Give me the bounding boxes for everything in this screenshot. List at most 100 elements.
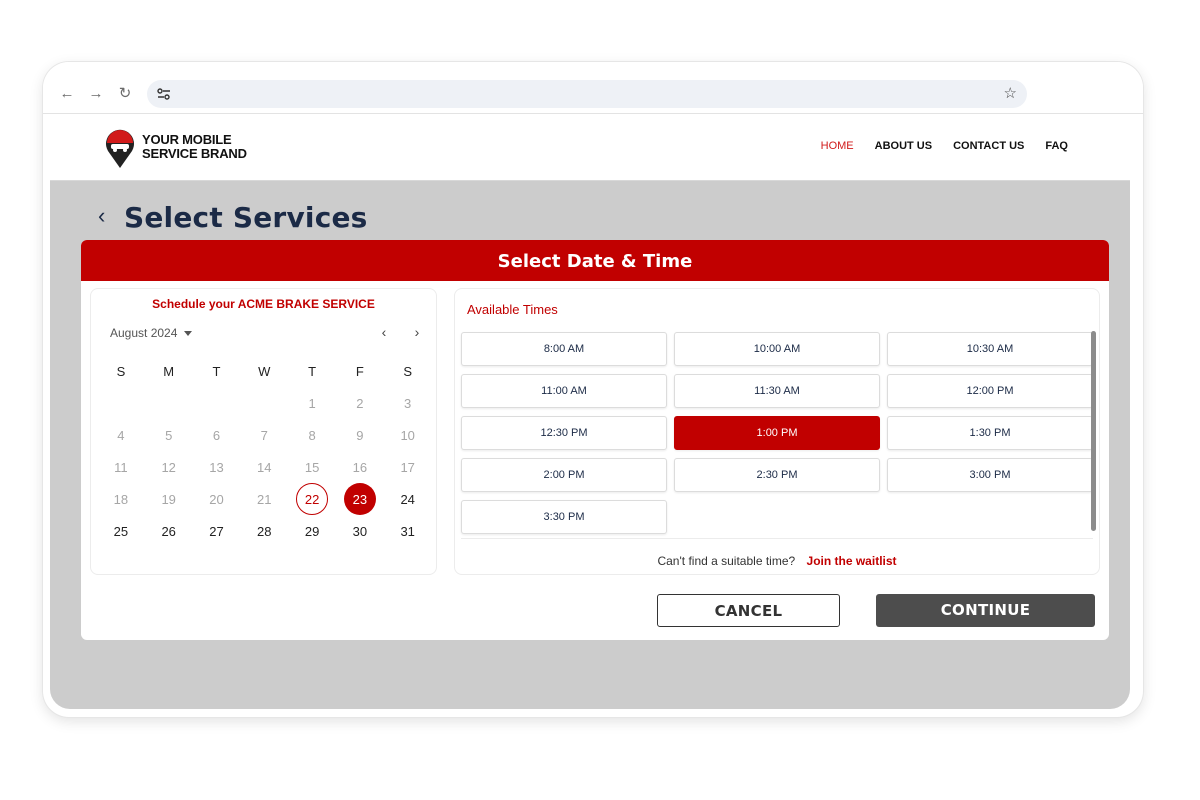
- calendar-day-label: 13: [209, 459, 224, 475]
- time-slot-button[interactable]: 11:30 AM: [674, 374, 880, 408]
- brand-logo[interactable]: YOUR MOBILE SERVICE BRAND: [104, 127, 274, 171]
- tune-icon[interactable]: [155, 85, 173, 103]
- time-slot-button[interactable]: 10:30 AM: [887, 332, 1093, 366]
- weekday-label: W: [258, 363, 271, 379]
- brand-name: YOUR MOBILE SERVICE BRAND: [142, 133, 247, 161]
- continue-button[interactable]: CONTINUE: [876, 594, 1095, 627]
- calendar-day-label: 20: [209, 491, 224, 507]
- calendar-day[interactable]: 29: [288, 515, 336, 547]
- weekday-label: S: [116, 363, 126, 379]
- calendar-day[interactable]: 25: [97, 515, 145, 547]
- time-slot-button[interactable]: 3:30 PM: [461, 500, 667, 534]
- calendar-day[interactable]: 26: [145, 515, 193, 547]
- calendar-day: 17: [384, 451, 432, 483]
- calendar-day: 15: [288, 451, 336, 483]
- nav-about[interactable]: ABOUT US: [875, 140, 932, 152]
- brand-line-2: SERVICE BRAND: [142, 146, 247, 161]
- calendar-day: 6: [193, 419, 241, 451]
- calendar-day: 12: [145, 451, 193, 483]
- calendar-day-label: 30: [352, 523, 368, 539]
- calendar-day-label: 4: [117, 427, 125, 443]
- calendar-day-label: 11: [114, 459, 128, 475]
- calendar-day: 10: [384, 419, 432, 451]
- time-slot-button[interactable]: 12:30 PM: [461, 416, 667, 450]
- weekday-label: S: [403, 363, 413, 379]
- time-slot-button[interactable]: 3:00 PM: [887, 458, 1093, 492]
- page-title: Select Services: [124, 201, 368, 234]
- calendar-day: [193, 387, 241, 419]
- calendar-day: 18: [97, 483, 145, 515]
- calendar-day-label: 28: [257, 523, 272, 539]
- times-card: Available Times 8:00 AM 10:00 AM 10:30 AM 1…: [454, 288, 1100, 575]
- times-scrollbar[interactable]: [1091, 331, 1096, 531]
- nav-contact[interactable]: CONTACT US: [953, 140, 1024, 152]
- calendar-day[interactable]: 31: [384, 515, 432, 547]
- calendar-day-label: 29: [304, 523, 320, 539]
- weekday-label: M: [163, 363, 175, 379]
- calendar-day-label: 12: [161, 459, 176, 475]
- calendar-day: 1: [288, 387, 336, 419]
- calendar-day-label: 19: [161, 491, 176, 507]
- calendar-day-label: 26: [161, 523, 176, 539]
- calendar-day-label: 7: [260, 427, 268, 443]
- calendar-day[interactable]: 23: [336, 483, 384, 515]
- calendar-day[interactable]: 30: [336, 515, 384, 547]
- calendar-day-label: 18: [113, 491, 129, 507]
- calendar-day-label: 5: [165, 427, 173, 443]
- month-label: August 2024: [110, 326, 178, 340]
- time-slot-button[interactable]: 11:00 AM: [461, 374, 667, 408]
- calendar-day: 8: [288, 419, 336, 451]
- calendar-day: 14: [240, 451, 288, 483]
- address-bar[interactable]: ☆: [147, 80, 1027, 108]
- calendar-day-label: 15: [304, 459, 320, 475]
- calendar-day-label: 9: [356, 427, 364, 443]
- time-slot-button[interactable]: 10:00 AM: [674, 332, 880, 366]
- time-slot-button[interactable]: 12:00 PM: [887, 374, 1093, 408]
- calendar-day-label: 24: [400, 491, 415, 507]
- time-slot-button[interactable]: 2:30 PM: [674, 458, 880, 492]
- calendar-week-row: 18 19 20 21 22 23 24: [97, 483, 432, 515]
- calendar-day: 3: [384, 387, 432, 419]
- date-time-panel: Select Date & Time Schedule your ACME BR…: [81, 240, 1109, 640]
- calendar-day[interactable]: 24: [384, 483, 432, 515]
- chevron-left-icon[interactable]: ‹: [376, 323, 392, 341]
- calendar-day[interactable]: 22: [288, 483, 336, 515]
- calendar-day: 11: [97, 451, 145, 483]
- time-slot-button[interactable]: 1:00 PM: [674, 416, 880, 450]
- join-waitlist-link[interactable]: Join the waitlist: [807, 554, 897, 568]
- time-slot-button[interactable]: 2:00 PM: [461, 458, 667, 492]
- calendar-day: 9: [336, 419, 384, 451]
- calendar-day[interactable]: 28: [240, 515, 288, 547]
- location-pin-logo-icon: [106, 129, 134, 168]
- chevron-left-icon[interactable]: ‹: [98, 204, 114, 230]
- arrow-right-icon[interactable]: →: [86, 84, 106, 104]
- calendar-day: [97, 387, 145, 419]
- panel-header: Select Date & Time: [81, 240, 1109, 281]
- chevron-right-icon[interactable]: ›: [409, 323, 425, 341]
- calendar-week-row: 11 12 13 14 15 16 17: [97, 451, 432, 483]
- calendar-week-row: 4 5 6 7 8 9 10: [97, 419, 432, 451]
- reload-icon[interactable]: ↻: [115, 84, 135, 104]
- weekday-label: F: [355, 363, 364, 379]
- caret-down-icon: [184, 330, 193, 336]
- nav-faq[interactable]: FAQ: [1045, 140, 1068, 152]
- page-heading: ‹ Select Services: [98, 201, 368, 234]
- calendar-title: Schedule your ACME BRAKE SERVICE: [152, 297, 375, 311]
- weekday-label: T: [212, 363, 221, 379]
- calendar-day-label: 21: [257, 491, 272, 507]
- divider: [461, 538, 1093, 539]
- cancel-button[interactable]: CANCEL: [657, 594, 840, 627]
- calendar-day-label: 22: [296, 483, 329, 515]
- website-viewport: YOUR MOBILE SERVICE BRAND HOME ABOUT US …: [50, 115, 1130, 709]
- calendar-day[interactable]: 27: [193, 515, 241, 547]
- time-slot-button[interactable]: 1:30 PM: [887, 416, 1093, 450]
- arrow-left-icon[interactable]: ←: [57, 84, 77, 104]
- calendar-day: [240, 387, 288, 419]
- month-selector[interactable]: August 2024: [110, 326, 193, 340]
- browser-toolbar: ← → ↻ ☆: [43, 62, 1143, 114]
- star-icon[interactable]: ☆: [1004, 84, 1017, 104]
- time-slot-button[interactable]: 8:00 AM: [461, 332, 667, 366]
- nav-home[interactable]: HOME: [821, 140, 854, 152]
- times-title: Available Times: [467, 302, 558, 317]
- calendar-day-label: 3: [404, 395, 412, 411]
